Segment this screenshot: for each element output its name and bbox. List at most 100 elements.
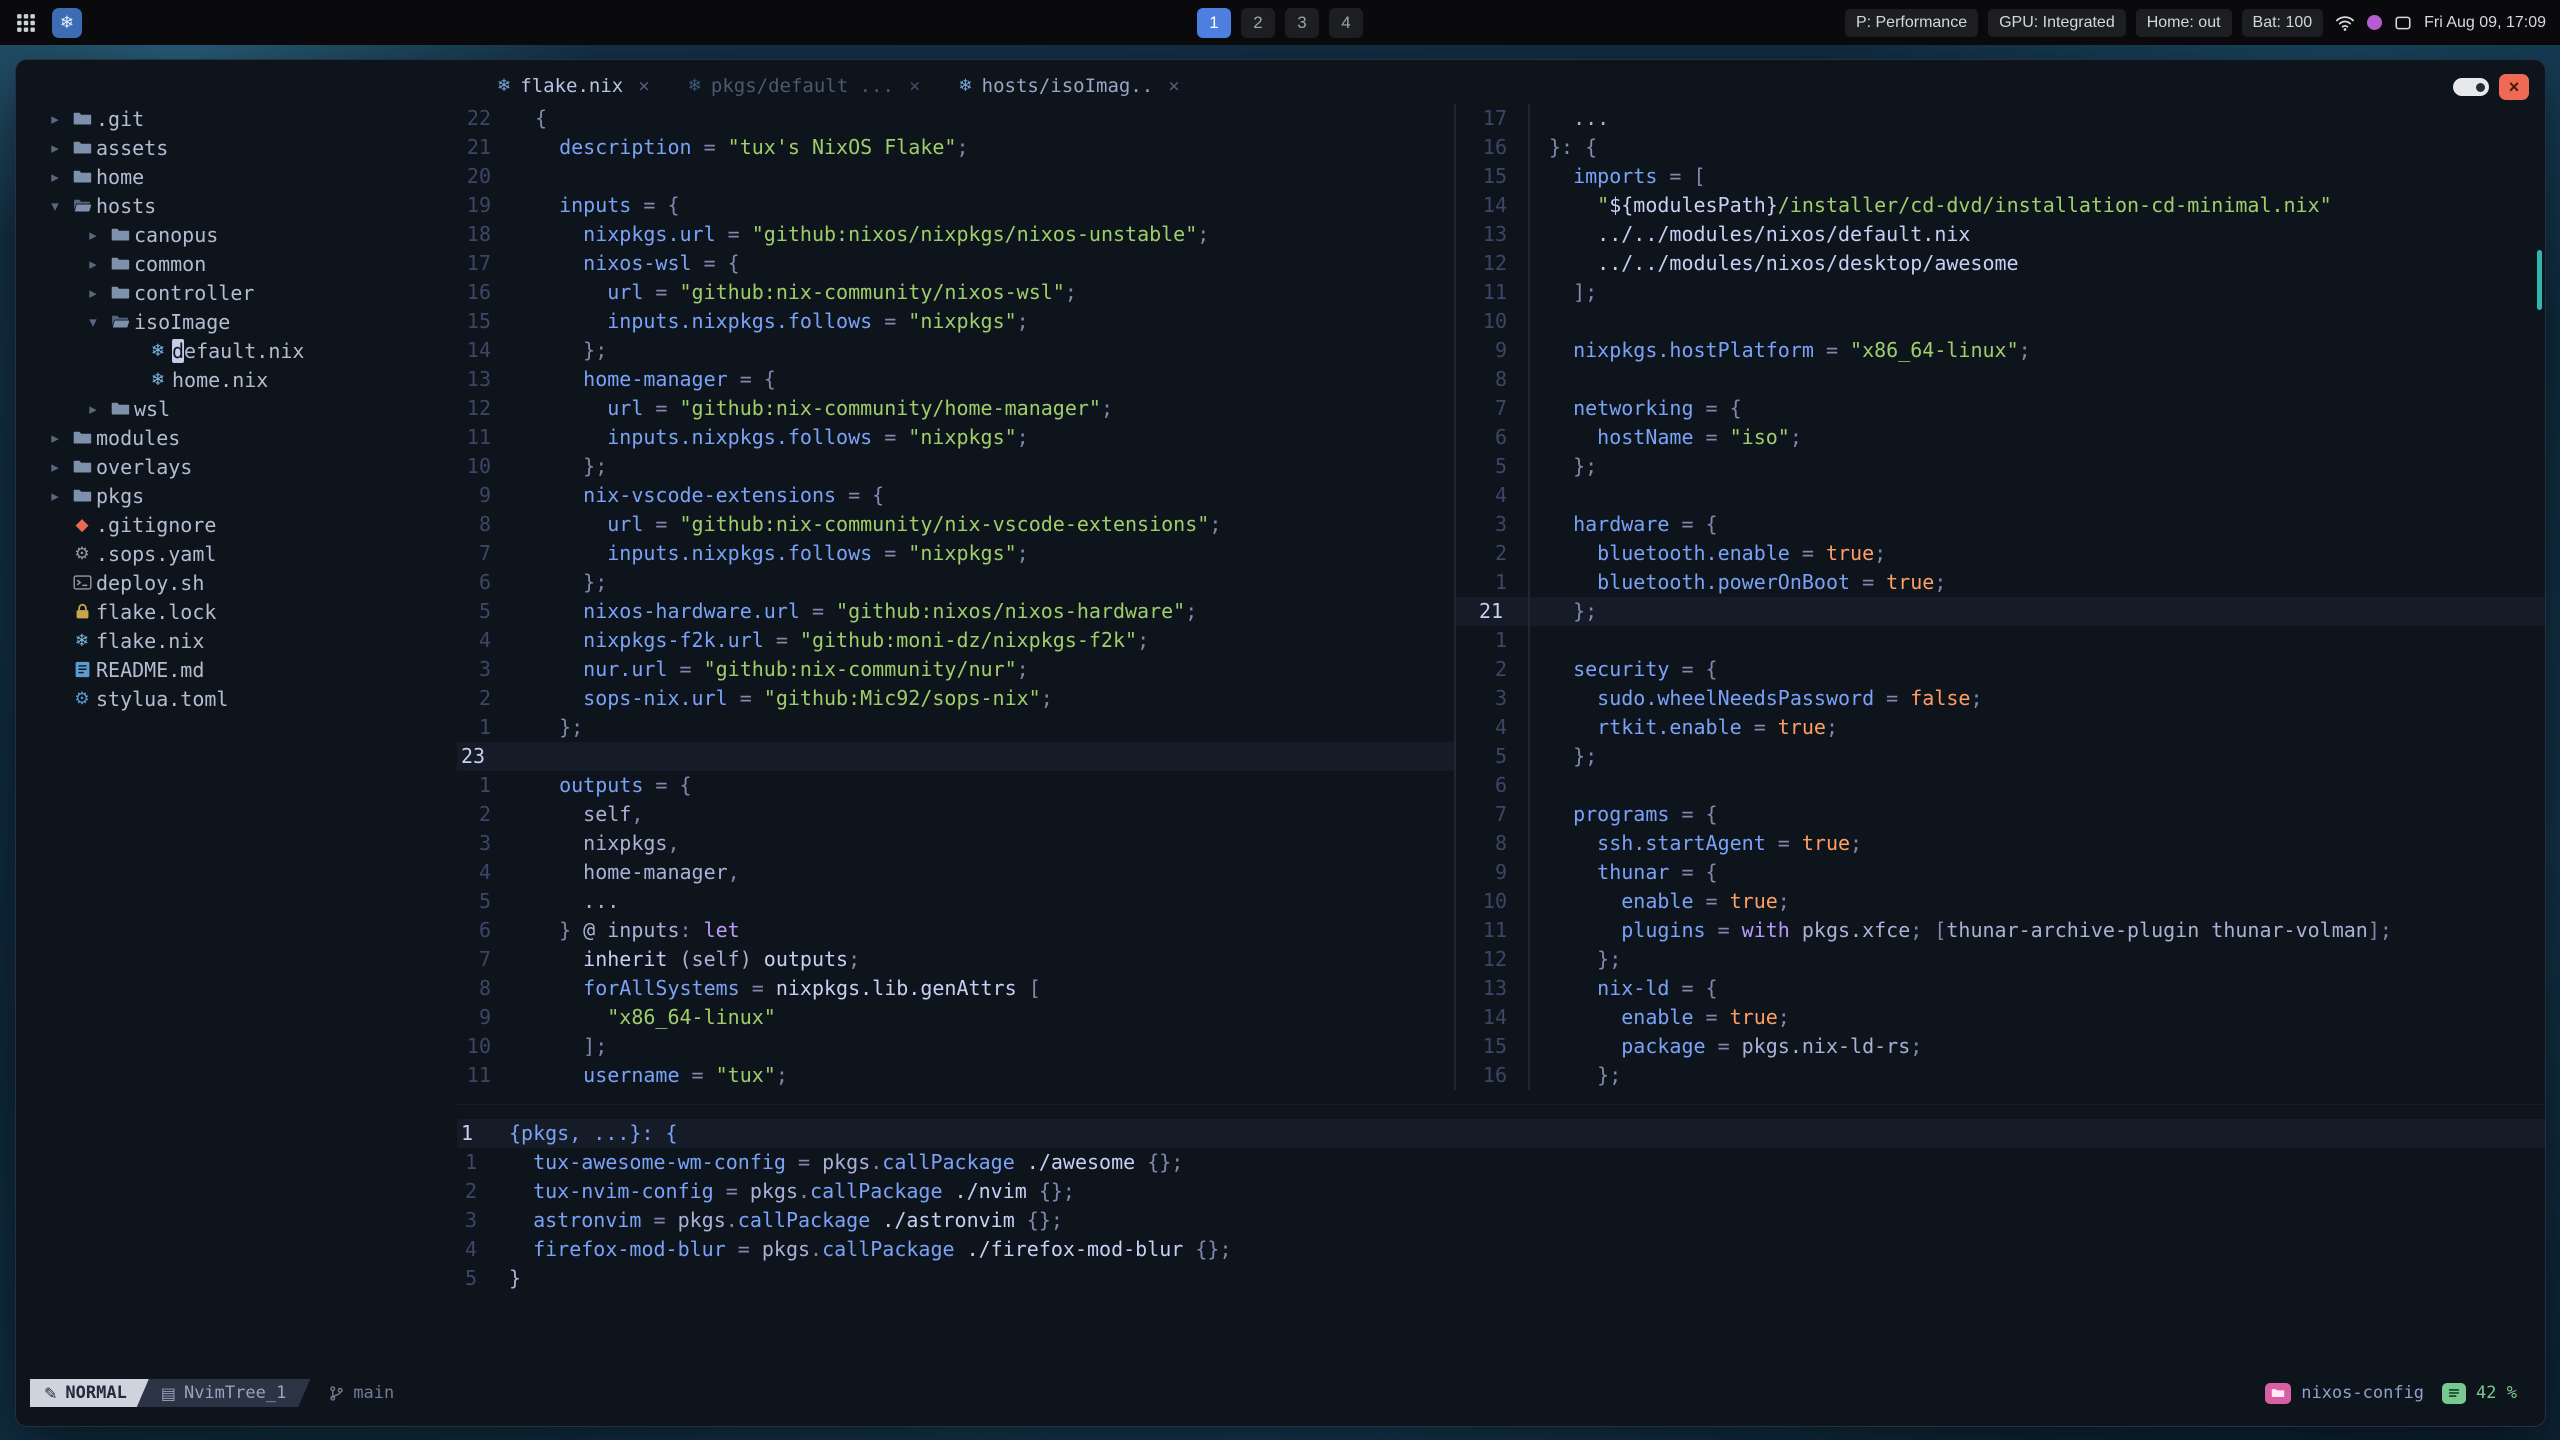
code-line[interactable]: 15 inputs.nixpkgs.follows = "nixpkgs"; [457,307,1454,336]
tab-pkgs/default ...[interactable]: ❄ pkgs/default ... × [670,68,939,104]
tree-item-home.nix[interactable]: ❄ home.nix [16,365,457,394]
workspace-button-2[interactable]: 2 [1241,7,1275,38]
tree-item-default.nix[interactable]: ❄ default.nix [16,336,457,365]
code-line[interactable]: 6 [1456,771,2545,800]
code-line[interactable]: 1 tux-awesome-wm-config = pkgs.callPacka… [457,1148,2545,1177]
launcher-icon[interactable] [14,11,38,35]
code-line[interactable]: 23 [457,742,1454,771]
code-line[interactable]: 16 }; [1456,1061,2545,1090]
tree-item-assets[interactable]: ▸ assets [16,133,457,162]
tree-item-canopus[interactable]: ▸ canopus [16,220,457,249]
tree-item-wsl[interactable]: ▸ wsl [16,394,457,423]
tree-item-common[interactable]: ▸ common [16,249,457,278]
code-line[interactable]: 7 inherit (self) outputs; [457,945,1454,974]
code-line[interactable]: 13 nix-ld = { [1456,974,2545,1003]
code-line[interactable]: 16 url = "github:nix-community/nixos-wsl… [457,278,1454,307]
code-line[interactable]: 9 "x86_64-linux" [457,1003,1454,1032]
code-line[interactable]: 4 nixpkgs-f2k.url = "github:moni-dz/nixp… [457,626,1454,655]
code-line[interactable]: 6 }; [457,568,1454,597]
editor-pane-pkgs[interactable]: 1 {pkgs, ...}: {1 tux-awesome-wm-config =… [457,1119,2545,1293]
tray-icon[interactable] [2394,14,2412,32]
chevron-right-icon[interactable]: ▸ [42,168,68,186]
chevron-right-icon[interactable]: ▸ [80,226,106,244]
code-line[interactable]: 16}: { [1456,133,2545,162]
code-line[interactable]: 11 inputs.nixpkgs.follows = "nixpkgs"; [457,423,1454,452]
tree-item-pkgs[interactable]: ▸ pkgs [16,481,457,510]
code-line[interactable]: 12 }; [1456,945,2545,974]
code-line[interactable]: 3 sudo.wheelNeedsPassword = false; [1456,684,2545,713]
chevron-right-icon[interactable]: ▸ [42,458,68,476]
code-line[interactable]: 1 {pkgs, ...}: { [457,1119,2545,1148]
chevron-down-icon[interactable]: ▾ [42,197,68,215]
code-line[interactable]: 4 firefox-mod-blur = pkgs.callPackage ./… [457,1235,2545,1264]
distro-logo-icon[interactable]: ❄ [52,7,82,38]
tree-item-flake.nix[interactable]: ❄ flake.nix [16,626,457,655]
code-line[interactable]: 8 [1456,365,2545,394]
chevron-right-icon[interactable]: ▸ [80,255,106,273]
code-line[interactable]: 20 [457,162,1454,191]
code-line[interactable]: 2 sops-nix.url = "github:Mic92/sops-nix"… [457,684,1454,713]
code-line[interactable]: 10 enable = true; [1456,887,2545,916]
tree-item-controller[interactable]: ▸ controller [16,278,457,307]
code-line[interactable]: 8 ssh.startAgent = true; [1456,829,2545,858]
code-line[interactable]: 2 tux-nvim-config = pkgs.callPackage ./n… [457,1177,2545,1206]
chevron-down-icon[interactable]: ▾ [80,313,106,331]
code-line[interactable]: 8 forAllSystems = nixpkgs.lib.genAttrs [ [457,974,1454,1003]
code-line[interactable]: 11 plugins = with pkgs.xfce; [thunar-arc… [1456,916,2545,945]
code-line[interactable]: 11 ]; [1456,278,2545,307]
code-line[interactable]: 13 home-manager = { [457,365,1454,394]
code-line[interactable]: 10 ]; [457,1032,1454,1061]
code-line[interactable]: 4 [1456,481,2545,510]
tab-flake.nix[interactable]: ❄ flake.nix × [479,68,668,104]
code-line[interactable]: 21 }; [1456,597,2545,626]
code-line[interactable]: 3 nixpkgs, [457,829,1454,858]
code-line[interactable]: 18 nixpkgs.url = "github:nixos/nixpkgs/n… [457,220,1454,249]
tree-item-isoImage[interactable]: ▾ isoImage [16,307,457,336]
indicator-dot-icon[interactable] [2367,15,2383,30]
code-line[interactable]: 7 networking = { [1456,394,2545,423]
editor-pane-isoimage[interactable]: 17 ... 16}: {15 imports = [14 "${modulesP… [1456,104,2545,1090]
editor-pane-flake[interactable]: 22{21 description = "tux's NixOS Flake";… [457,104,1454,1090]
tab-close-icon[interactable]: × [638,75,649,97]
tree-item-flake.lock[interactable]: flake.lock [16,597,457,626]
code-line[interactable]: 1 }; [457,713,1454,742]
code-line[interactable]: 2 bluetooth.enable = true; [1456,539,2545,568]
code-line[interactable]: 14 }; [457,336,1454,365]
code-line[interactable]: 6 hostName = "iso"; [1456,423,2545,452]
code-line[interactable]: 15 imports = [ [1456,162,2545,191]
tree-item-hosts[interactable]: ▾ hosts [16,191,457,220]
tree-item-modules[interactable]: ▸ modules [16,423,457,452]
code-line[interactable]: 19 inputs = { [457,191,1454,220]
tree-item-.sops.yaml[interactable]: ⚙ .sops.yaml [16,539,457,568]
code-line[interactable]: 9 nixpkgs.hostPlatform = "x86_64-linux"; [1456,336,2545,365]
wifi-icon[interactable] [2335,13,2355,33]
code-line[interactable]: 14 enable = true; [1456,1003,2545,1032]
tree-item-.gitignore[interactable]: ◆ .gitignore [16,510,457,539]
code-line[interactable]: 22{ [457,104,1454,133]
code-line[interactable]: 14 "${modulesPath}/installer/cd-dvd/inst… [1456,191,2545,220]
chevron-right-icon[interactable]: ▸ [42,487,68,505]
code-line[interactable]: 3 hardware = { [1456,510,2545,539]
code-line[interactable]: 4 home-manager, [457,858,1454,887]
tree-item-overlays[interactable]: ▸ overlays [16,452,457,481]
toggle-pill-button[interactable] [2453,78,2489,96]
workspace-button-3[interactable]: 3 [1285,7,1319,38]
scrollbar-thumb[interactable] [2537,250,2542,310]
code-line[interactable]: 5} [457,1264,2545,1293]
chevron-right-icon[interactable]: ▸ [42,429,68,447]
code-line[interactable]: 9 nix-vscode-extensions = { [457,481,1454,510]
code-line[interactable]: 11 username = "tux"; [457,1061,1454,1090]
code-line[interactable]: 1 [1456,626,2545,655]
code-line[interactable]: 7 inputs.nixpkgs.follows = "nixpkgs"; [457,539,1454,568]
chevron-right-icon[interactable]: ▸ [80,284,106,302]
code-line[interactable]: 21 description = "tux's NixOS Flake"; [457,133,1454,162]
code-line[interactable]: 15 package = pkgs.nix-ld-rs; [1456,1032,2545,1061]
tree-item-home[interactable]: ▸ home [16,162,457,191]
code-line[interactable]: 4 rtkit.enable = true; [1456,713,2545,742]
code-line[interactable]: 9 thunar = { [1456,858,2545,887]
code-line[interactable]: 5 }; [1456,742,2545,771]
code-line[interactable]: 3 astronvim = pkgs.callPackage ./astronv… [457,1206,2545,1235]
code-line[interactable]: 7 programs = { [1456,800,2545,829]
code-line[interactable]: 5 }; [1456,452,2545,481]
code-line[interactable]: 13 ../../modules/nixos/default.nix [1456,220,2545,249]
